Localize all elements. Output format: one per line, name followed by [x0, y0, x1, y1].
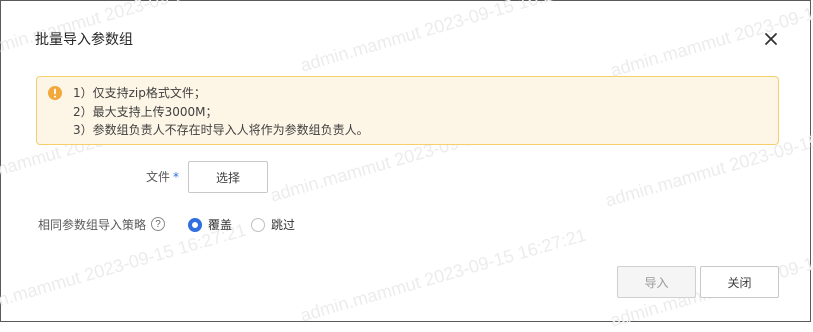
import-dialog: admin.mammut 2023-09-15 16:27:21 admin.m…: [0, 0, 813, 331]
strategy-label: 相同参数组导入策略: [38, 218, 147, 232]
close-button[interactable]: 关闭: [700, 266, 779, 298]
watermark: admin.mammut 2023-09-15 16:27:21: [0, 219, 249, 321]
notice-line: 2）最大支持上传3000M；: [73, 104, 218, 119]
radio-skip[interactable]: [251, 218, 265, 232]
radio-overwrite-label[interactable]: 覆盖: [208, 217, 232, 233]
watermark: admin.mammut 2023-09-15 16:27:21: [298, 0, 589, 76]
notice-line: 3）参数组负责人不存在时导入人将作为参数组负责人。: [73, 123, 369, 137]
radio-overwrite[interactable]: [188, 218, 202, 232]
required-mark: *: [173, 170, 180, 184]
close-icon[interactable]: [759, 27, 783, 51]
warning-icon: [47, 85, 63, 101]
file-label: 文件 *: [146, 169, 179, 185]
watermark: admin.mammut 2023-09-15 16:27:21: [298, 224, 589, 326]
import-button[interactable]: 导入: [617, 266, 696, 298]
help-icon[interactable]: ?: [151, 217, 165, 231]
notice-alert: 1）仅支持zip格式文件； 2）最大支持上传3000M； 3）参数组负责人不存在…: [36, 76, 779, 145]
file-label-text: 文件: [146, 170, 171, 184]
radio-skip-label[interactable]: 跳过: [271, 217, 295, 233]
dialog-title: 批量导入参数组: [35, 32, 133, 48]
notice-line: 1）仅支持zip格式文件；: [73, 86, 206, 100]
notice-text: 1）仅支持zip格式文件； 2）最大支持上传3000M； 3）参数组负责人不存在…: [73, 84, 369, 140]
select-file-button[interactable]: 选择: [188, 161, 268, 193]
